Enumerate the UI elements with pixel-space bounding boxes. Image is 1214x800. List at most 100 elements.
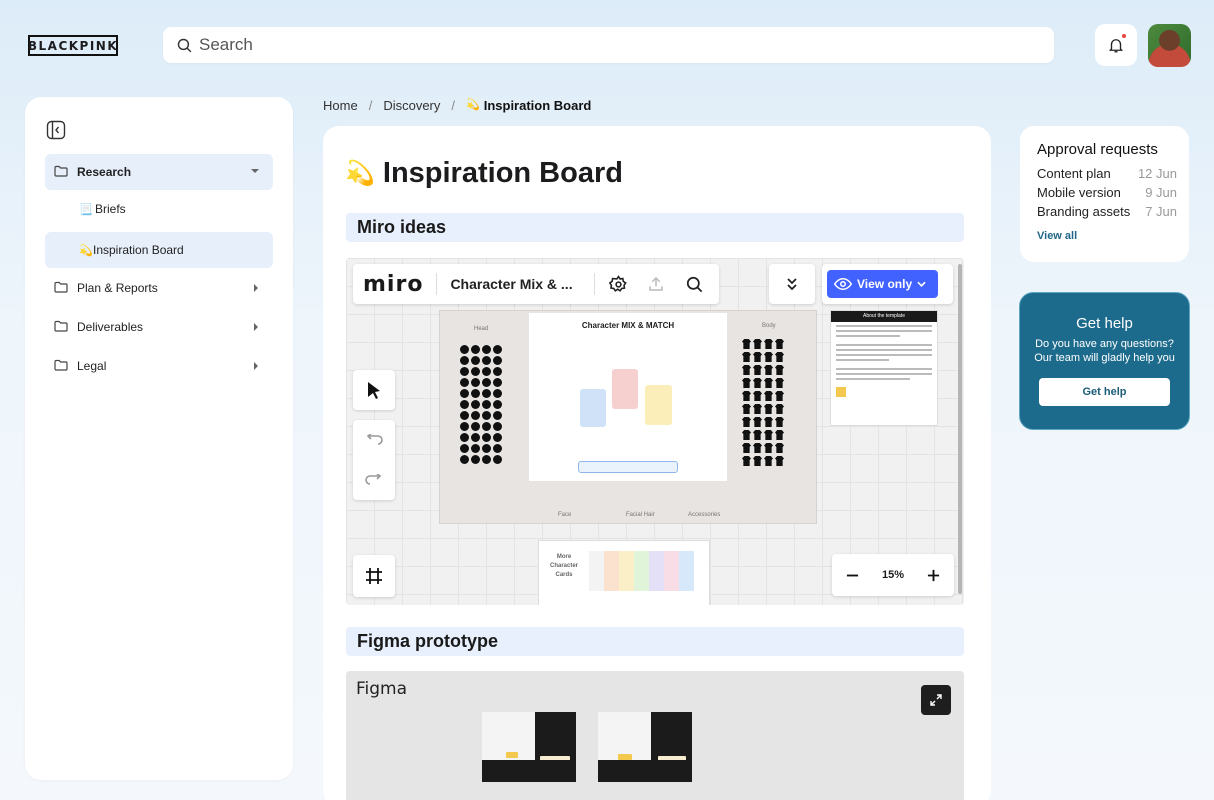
approval-item-date: 7 Jun [1145,204,1177,219]
sidebar-item-label: Research [77,165,132,179]
breadcrumb: Home / Discovery / 💫 Inspiration Board [323,98,591,113]
body-illustrations [742,339,784,466]
dizzy-star-icon: 💫 [466,99,480,111]
figma-fullscreen-button[interactable] [921,685,951,715]
zoom-controls: 15% [832,554,954,596]
upload-icon [649,276,664,291]
approval-item-date: 9 Jun [1145,185,1177,200]
miro-export-button[interactable] [637,275,675,293]
notifications-button[interactable] [1095,24,1137,66]
miro-board-name[interactable]: Character Mix & ... [450,276,590,292]
miro-scrollbar[interactable] [958,264,962,594]
view-only-label: View only [857,277,913,291]
get-help-text: Do you have any questions? Our team will… [1034,338,1175,364]
sidebar-item-plan-reports[interactable]: Plan & Reports [45,270,273,306]
page-title-text: Inspiration Board [382,157,623,189]
get-help-title: Get help [1076,315,1133,332]
approval-item-name: Mobile version [1037,185,1121,200]
breadcrumb-discovery[interactable]: Discovery [383,98,440,113]
board-body-label: Body [762,323,776,329]
chevron-down-icon [917,281,926,287]
eye-icon [834,277,852,291]
sidebar-item-legal[interactable]: Legal [45,348,273,384]
search-input[interactable] [199,35,1019,55]
double-chevron-down-icon [787,278,797,291]
miro-logo[interactable]: miro [363,272,423,297]
board-head-label: Head [474,326,489,332]
folder-icon [54,165,68,177]
undo-icon[interactable] [365,434,383,446]
user-avatar[interactable] [1148,24,1191,67]
approval-row[interactable]: Branding assets 7 Jun [1037,204,1177,219]
approval-row[interactable]: Content plan 12 Jun [1037,166,1177,181]
approval-item-date: 12 Jun [1137,166,1177,181]
facilitator-school-logo [836,387,846,397]
miro-embed[interactable]: Character MIX & MATCH Head Body Face Fac… [346,258,964,605]
expand-icon [930,694,942,706]
folder-icon [54,320,68,332]
approval-item-name: Content plan [1037,166,1111,181]
zoom-level: 15% [881,569,905,581]
sidebar-item-inspiration-board[interactable]: 💫 Inspiration Board [45,232,273,268]
caret-right-icon [254,362,258,370]
get-help-card: Get help Do you have any questions? Our … [1019,292,1190,430]
miro-board-frame: Character MIX & MATCH Head Body Face Fac… [439,310,817,524]
miro-settings-button[interactable] [599,274,637,294]
board-accessories-label: Accessories [688,512,721,518]
sidebar-item-label: Briefs [95,202,126,216]
board-face-label: Face [558,512,572,518]
sidebar: Research 📃 Briefs 💫 Inspiration Board Pl… [25,97,293,780]
view-only-container: View only [822,264,953,304]
section-heading-miro: Miro ideas [346,213,964,242]
main-content: 💫 Inspiration Board Miro ideas Character… [323,126,991,800]
redo-icon[interactable] [365,474,383,486]
figma-embed[interactable]: Figma [346,671,964,800]
search-icon [686,276,703,292]
sidebar-item-research[interactable]: Research [45,154,273,190]
miro-toolbar: miro Character Mix & ... [353,264,719,304]
collapse-sidebar-icon[interactable] [46,120,66,140]
breadcrumb-separator: / [451,98,456,113]
heads-illustrations [460,345,502,464]
search-bar[interactable] [163,27,1054,63]
board-facial-hair-label: Facial Hair [626,512,655,518]
sidebar-item-label: Inspiration Board [93,243,184,257]
frames-button[interactable] [353,555,395,597]
view-all-link[interactable]: View all [1037,230,1077,242]
sidebar-item-briefs[interactable]: 📃 Briefs [45,191,273,227]
more-character-cards: More Character Cards [538,540,710,605]
approval-row[interactable]: Mobile version 9 Jun [1037,185,1177,200]
zoom-in-icon[interactable] [927,569,940,582]
folder-icon [54,359,68,371]
figma-frame-thumbnail[interactable] [598,712,692,782]
sidebar-item-deliverables[interactable]: Deliverables [45,309,273,345]
get-help-button[interactable]: Get help [1039,378,1170,406]
view-only-button[interactable]: View only [827,270,938,298]
zoom-out-icon[interactable] [846,569,859,582]
breadcrumb-current: 💫 Inspiration Board [466,98,591,113]
section-heading-figma: Figma prototype [346,627,964,656]
history-tools [353,420,395,500]
board-title: Character MIX & MATCH [581,321,675,330]
page-title: 💫 Inspiration Board [345,157,623,190]
breadcrumb-home[interactable]: Home [323,98,358,113]
caret-right-icon [254,323,258,331]
cursor-icon [368,382,380,399]
miro-collapse-button[interactable] [769,264,815,304]
approval-requests-card: Approval requests Content plan 12 Jun Mo… [1020,126,1189,262]
brand-logo[interactable]: BLACKPINK [28,35,118,56]
sticky-note-blue [580,389,606,427]
folder-icon [54,281,68,293]
sidebar-item-label: Plan & Reports [77,281,158,295]
sidebar-item-label: Deliverables [77,320,144,334]
sidebar-item-label: Legal [77,359,107,373]
notification-dot [1122,34,1126,38]
select-tool[interactable] [353,370,395,410]
approval-item-name: Branding assets [1037,204,1131,219]
color-cards-strip [589,551,694,591]
miro-search-button[interactable] [675,275,713,294]
figma-frame-thumbnail[interactable] [482,712,576,782]
document-emoji-icon: 📃 [79,203,93,216]
frame-icon [366,568,382,584]
approval-requests-title: Approval requests [1037,141,1158,158]
